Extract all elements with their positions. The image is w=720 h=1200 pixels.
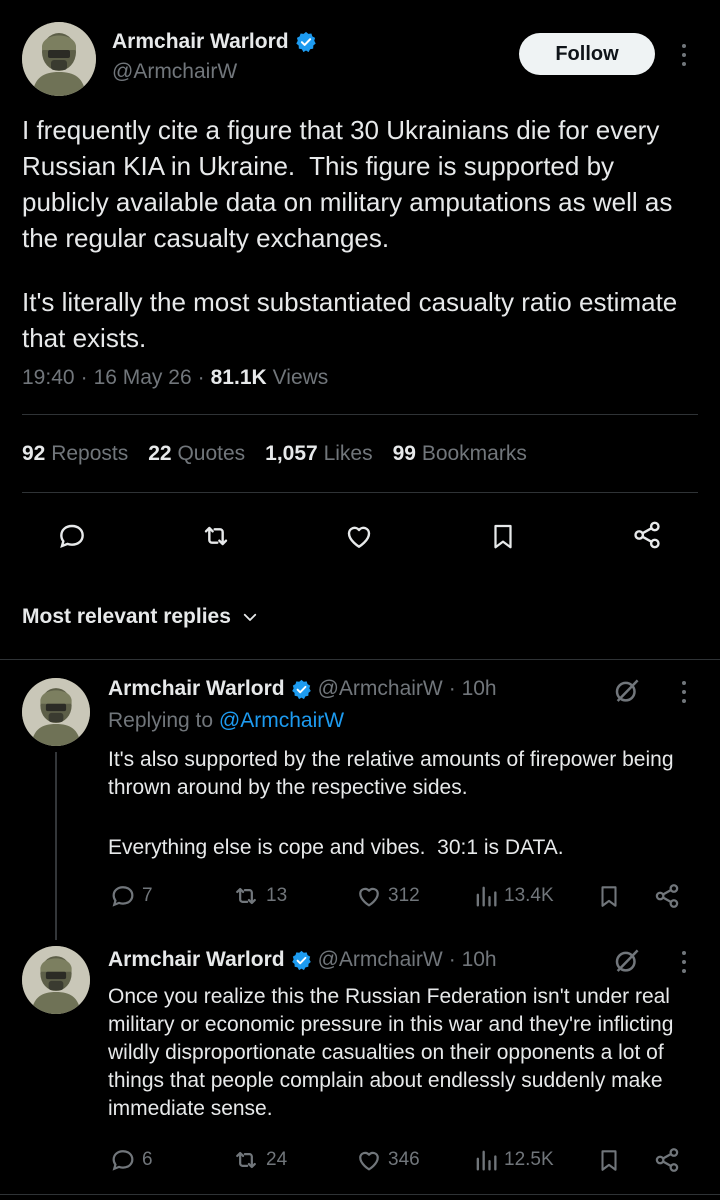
avatar[interactable] [22, 22, 96, 96]
like-icon [359, 887, 379, 907]
verified-badge-icon [291, 679, 311, 699]
bookmarks-stat[interactable]: 99 Bookmarks [393, 442, 527, 466]
follow-button[interactable]: Follow [519, 33, 655, 75]
views-icon [476, 886, 497, 907]
share-icon[interactable] [652, 881, 682, 916]
author-name[interactable]: Armchair Warlord [108, 948, 285, 972]
bookmark-icon[interactable] [596, 1146, 622, 1179]
tweet-time[interactable]: 19:40 [22, 366, 75, 390]
author-name[interactable]: Armchair Warlord [112, 30, 289, 54]
reply-button[interactable]: 6 [108, 1146, 153, 1174]
like-icon [359, 1151, 379, 1171]
like-button[interactable]: 312 [354, 882, 420, 910]
views-icon [476, 1150, 497, 1171]
reposts-stat[interactable]: 92 Reposts [22, 442, 128, 466]
like-button[interactable]: 346 [354, 1146, 420, 1174]
engagement-stats: 92 Reposts 22 Quotes 1,057 Likes 99 Book… [22, 442, 527, 466]
like-count: 346 [388, 1149, 420, 1170]
views-button[interactable]: 13.4K [472, 882, 554, 910]
reply-text: It's also supported by the relative amou… [108, 748, 680, 799]
reply-count: 6 [142, 1149, 153, 1170]
tweet-text-paragraph-2: It's literally the most substantiated ca… [22, 287, 685, 353]
tweet-text: I frequently cite a figure that 30 Ukrai… [22, 115, 680, 253]
author-name[interactable]: Armchair Warlord [108, 677, 285, 701]
more-icon[interactable] [672, 678, 696, 706]
tweet-meta: 19:40 · 16 May 26 · 81.1K Views [22, 366, 328, 390]
repost-icon[interactable] [198, 520, 234, 557]
author-handle[interactable]: @ArmchairW [112, 60, 237, 84]
avatar[interactable] [22, 946, 90, 1014]
reply-time[interactable]: · 10h [449, 677, 497, 701]
more-icon[interactable] [672, 40, 696, 70]
verified-badge-icon [295, 31, 316, 53]
bookmark-icon[interactable] [488, 520, 518, 557]
quotes-stat[interactable]: 22 Quotes [148, 442, 245, 466]
views-label: Views [272, 366, 329, 389]
like-icon[interactable] [342, 520, 376, 557]
divider [0, 659, 720, 660]
replies-sort-label: Most relevant replies [22, 605, 231, 628]
grok-icon[interactable] [612, 946, 642, 981]
like-count: 312 [388, 885, 420, 906]
replying-to: Replying to @ArmchairW [108, 709, 345, 732]
reply-time[interactable]: · 10h [449, 948, 497, 972]
share-icon[interactable] [652, 1145, 682, 1180]
views-count: 13.4K [504, 885, 554, 906]
divider [22, 414, 698, 415]
repost-button[interactable]: 13 [230, 882, 287, 910]
divider [22, 492, 698, 493]
likes-stat[interactable]: 1,057 Likes [265, 442, 372, 466]
reply-icon [112, 1150, 134, 1171]
reply-count: 7 [142, 885, 153, 906]
share-icon[interactable] [630, 518, 664, 557]
repost-icon [236, 887, 256, 905]
divider [0, 1194, 720, 1195]
views-count: 12.5K [504, 1149, 554, 1170]
meta-separator: · [197, 366, 205, 389]
repost-button[interactable]: 24 [230, 1146, 287, 1174]
verified-badge-icon [291, 950, 311, 970]
reply-text: Once you realize this the Russian Federa… [108, 985, 680, 1120]
chevron-down-icon [243, 613, 257, 621]
views-count: 81.1K [210, 366, 267, 389]
reply-button[interactable]: 7 [108, 882, 153, 910]
tweet-date[interactable]: 16 May 26 [94, 366, 192, 390]
reply-icon [112, 886, 134, 907]
reply-text-paragraph-2: Everything else is cope and vibes. 30:1 … [108, 836, 564, 859]
reply-icon[interactable] [55, 520, 89, 557]
repost-icon [236, 1151, 256, 1169]
bookmark-icon[interactable] [596, 882, 622, 915]
grok-icon[interactable] [612, 676, 642, 711]
views-button[interactable]: 12.5K [472, 1146, 554, 1174]
meta-separator: · [80, 366, 88, 389]
repost-count: 24 [266, 1149, 288, 1170]
author-handle[interactable]: @ArmchairW [318, 948, 443, 972]
avatar[interactable] [22, 678, 90, 746]
replying-to-link[interactable]: @ArmchairW [219, 709, 344, 732]
repost-count: 13 [266, 885, 288, 906]
author-handle[interactable]: @ArmchairW [318, 677, 443, 701]
replies-sort-dropdown[interactable]: Most relevant replies [22, 605, 259, 629]
thread-line [55, 752, 57, 940]
more-icon[interactable] [672, 948, 696, 976]
